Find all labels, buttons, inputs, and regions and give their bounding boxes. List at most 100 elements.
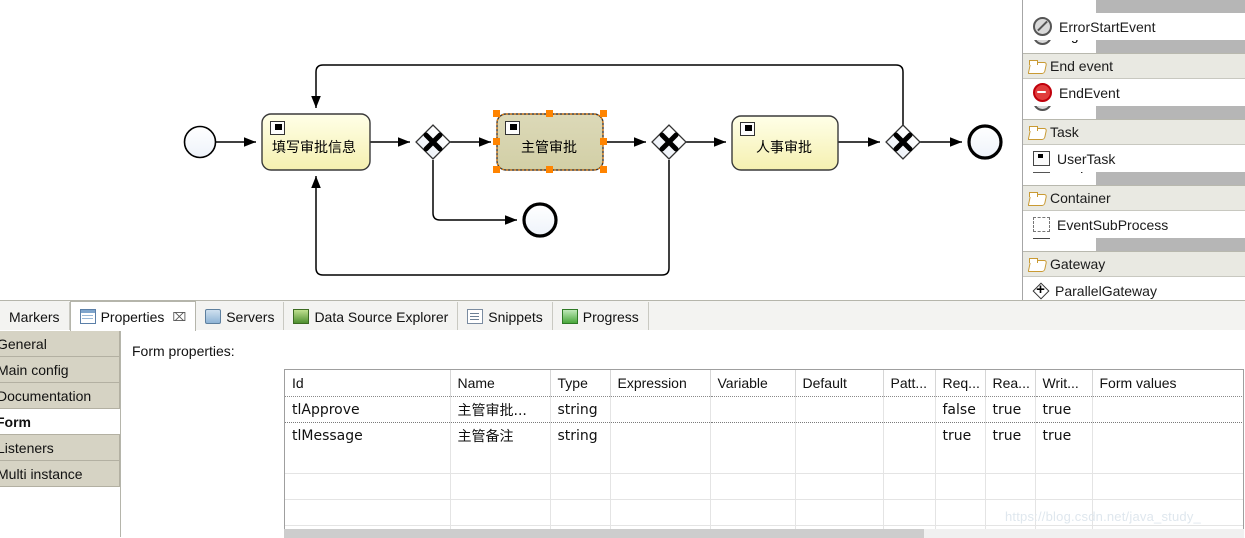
folder-icon — [1029, 257, 1045, 271]
form-properties-grid: Id Name Type Expression Variable Default… — [285, 370, 1243, 529]
cell-writable[interactable]: true — [1035, 422, 1093, 448]
data-source-explorer-icon — [293, 309, 310, 324]
col-default[interactable]: Default — [795, 370, 884, 397]
bpmn-diagram-canvas[interactable]: 填写审批信息 主管审批 人事审批 — [0, 0, 1022, 300]
tab-servers[interactable]: Servers — [196, 302, 285, 331]
col-variable[interactable]: Variable — [710, 370, 796, 397]
tab-snippets[interactable]: Snippets — [458, 302, 553, 331]
palette-item-errorendevent[interactable]: ErrorEndEvent — [1023, 106, 1245, 119]
palette-scroll-down-2[interactable] — [1096, 172, 1245, 185]
cell-default[interactable] — [795, 396, 884, 423]
col-writable[interactable]: Writ... — [1035, 370, 1093, 397]
cell-required[interactable]: false — [935, 396, 986, 423]
properties-tab-multi-instance[interactable]: Multi instance — [0, 461, 120, 487]
cell-readable[interactable]: true — [985, 396, 1036, 423]
cell-pattern[interactable] — [883, 422, 936, 448]
cell-type[interactable]: string — [550, 396, 611, 423]
properties-tab-listeners[interactable]: Listeners — [0, 435, 120, 461]
table-row[interactable]: tlApprove 主管审批... string false true true — [285, 396, 1243, 423]
tab-properties[interactable]: Properties ⌧ — [69, 301, 197, 331]
tab-label: Data Source Explorer — [314, 308, 449, 325]
table-row[interactable]: tlMessage 主管备注 string true true true — [285, 422, 1243, 448]
close-icon[interactable]: ⌧ — [172, 310, 186, 324]
palette-scroll-up-0[interactable] — [1096, 0, 1245, 13]
bpmn-palette[interactable]: ErrorStartEvent SignalStartEvent End eve… — [1022, 0, 1245, 300]
palette-item-eventsubprocess[interactable]: EventSubProcess — [1023, 211, 1245, 238]
tab-data-source-explorer[interactable]: Data Source Explorer — [284, 302, 459, 331]
palette-item-endevent[interactable]: EndEvent — [1023, 79, 1245, 106]
end-event-reject — [522, 202, 558, 238]
cell-variable[interactable] — [710, 422, 796, 448]
cell-name[interactable]: 主管审批... — [450, 396, 551, 423]
view-tab-bar[interactable]: Markers Properties ⌧ Servers Data Source… — [0, 300, 1245, 331]
palette-item-label: UserTask — [1057, 150, 1116, 167]
form-properties-table[interactable]: Id Name Type Expression Variable Default… — [284, 369, 1244, 529]
palette-header-gateway[interactable]: Gateway — [1023, 251, 1245, 277]
palette-scroll-down-0[interactable] — [1096, 40, 1245, 53]
col-form-values[interactable]: Form values — [1092, 370, 1243, 397]
tab-progress[interactable]: Progress — [552, 302, 649, 331]
cell-expression[interactable] — [610, 422, 711, 448]
properties-tab-form[interactable]: Form — [0, 409, 120, 435]
properties-tab-label: General — [0, 336, 47, 352]
palette-item-usertask[interactable]: UserTask — [1023, 145, 1245, 172]
palette-scroll-down-1[interactable] — [1096, 106, 1245, 119]
cell-writable[interactable]: true — [1035, 396, 1093, 423]
cell-form-values[interactable] — [1092, 396, 1243, 423]
table-row[interactable] — [285, 499, 1243, 526]
start-event — [183, 125, 217, 159]
tab-markers[interactable]: Markers — [0, 302, 70, 331]
gateway-2 — [651, 124, 687, 160]
col-type[interactable]: Type — [550, 370, 611, 397]
properties-tab-main-config[interactable]: Main config — [0, 357, 120, 383]
col-id[interactable]: Id — [285, 370, 451, 397]
palette-item-errorstartevent[interactable]: ErrorStartEvent — [1023, 13, 1245, 40]
end-event-icon — [1033, 83, 1052, 102]
properties-tab-list[interactable]: General Main config Documentation Form L… — [0, 330, 121, 537]
end-event-final — [967, 124, 1003, 160]
cell-readable[interactable]: true — [985, 422, 1036, 448]
cell-id[interactable]: tlMessage — [285, 422, 451, 448]
cell-default[interactable] — [795, 422, 884, 448]
table-row[interactable] — [285, 448, 1243, 474]
cell-pattern[interactable] — [883, 396, 936, 423]
col-readable[interactable]: Rea... — [985, 370, 1036, 397]
palette-header-container[interactable]: Container — [1023, 185, 1245, 211]
cell-id[interactable]: tlApprove — [285, 396, 451, 423]
col-required[interactable]: Req... — [935, 370, 986, 397]
palette-item-transaction[interactable]: Transaction — [1023, 238, 1245, 251]
form-properties-label: Form properties: — [132, 343, 235, 359]
event-subprocess-icon — [1033, 217, 1050, 232]
palette-header-label: End event — [1050, 58, 1114, 74]
properties-tab-general[interactable]: General — [0, 331, 120, 357]
palette-header-end-event[interactable]: End event — [1023, 53, 1245, 79]
tab-label: Markers — [9, 308, 60, 325]
palette-scroll-down-3[interactable] — [1096, 238, 1245, 251]
palette-item-signalstartevent[interactable]: SignalStartEvent — [1023, 40, 1245, 53]
properties-tab-label: Main config — [0, 362, 69, 378]
properties-tab-documentation[interactable]: Documentation — [0, 383, 120, 409]
user-task-type-icon — [740, 122, 755, 136]
cell-form-values[interactable] — [1092, 422, 1243, 448]
col-name[interactable]: Name — [450, 370, 551, 397]
palette-item-label: ErrorStartEvent — [1059, 18, 1156, 35]
cell-name[interactable]: 主管备注 — [450, 422, 551, 448]
properties-icon — [79, 309, 96, 324]
col-expression[interactable]: Expression — [610, 370, 711, 397]
signal-start-event-icon — [1033, 40, 1052, 45]
table-row[interactable] — [285, 473, 1243, 500]
palette-item-parallelgateway[interactable]: ParallelGateway — [1023, 277, 1245, 300]
cell-type[interactable]: string — [550, 422, 611, 448]
progress-icon — [561, 309, 578, 324]
palette-item-scripttask[interactable]: ScriptTask — [1023, 172, 1245, 185]
tab-label: Properties — [100, 308, 165, 325]
cell-variable[interactable] — [710, 396, 796, 423]
col-pattern[interactable]: Patt... — [883, 370, 936, 397]
tab-label: Servers — [226, 308, 275, 325]
palette-item-label: EventSubProcess — [1057, 216, 1169, 233]
palette-header-task[interactable]: Task — [1023, 119, 1245, 145]
cell-required[interactable]: true — [935, 422, 986, 448]
cell-expression[interactable] — [610, 396, 711, 423]
bpmn-diagram — [183, 64, 1003, 276]
eclipse-bpmn-editor-window: 填写审批信息 主管审批 人事审批 ErrorStartEvent SignalS… — [0, 0, 1245, 538]
